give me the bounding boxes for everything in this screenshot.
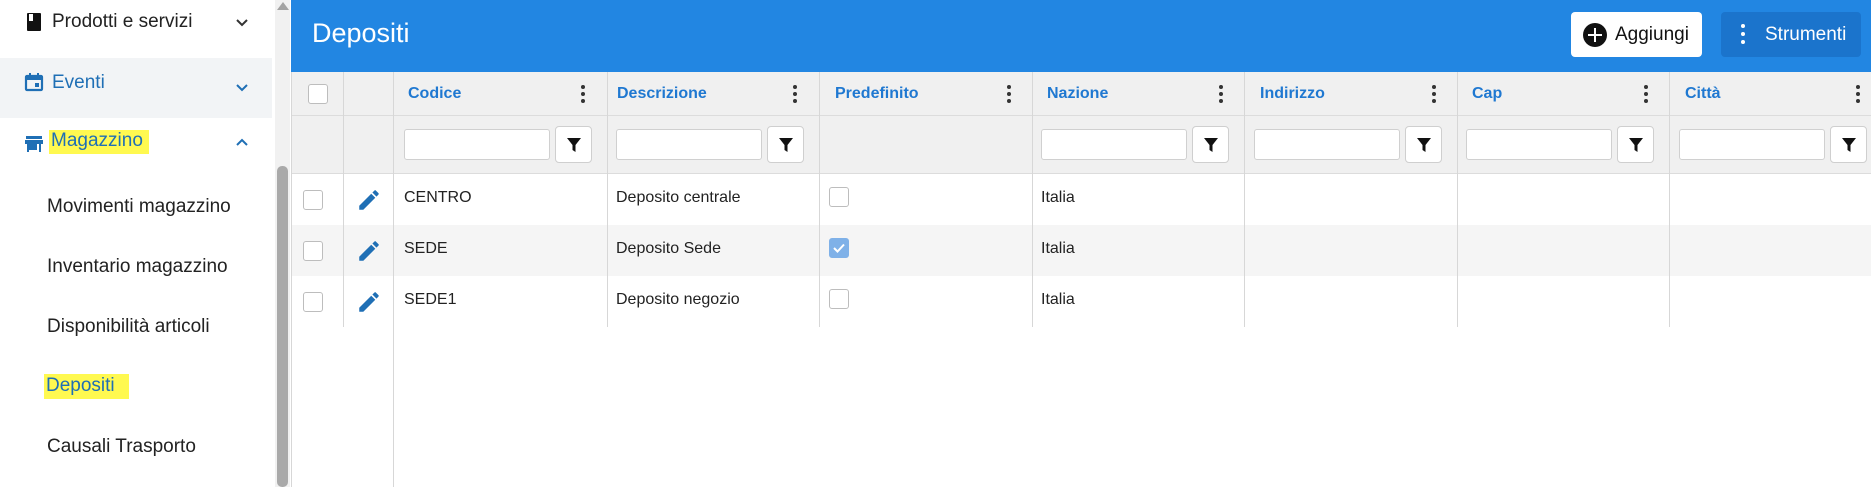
column-divider: [1032, 72, 1033, 327]
calendar-icon: [24, 73, 44, 92]
cell-predefinito-checkbox: [829, 238, 849, 258]
column-header-cap[interactable]: Cap: [1472, 85, 1502, 103]
pencil-icon[interactable]: [356, 238, 382, 264]
more-vert-icon: [1741, 24, 1745, 44]
filter-button[interactable]: [555, 126, 592, 163]
sidebar-item-eventi[interactable]: Eventi: [0, 58, 272, 118]
filter-icon: [1629, 138, 1643, 152]
cell-descrizione: Deposito Sede: [616, 240, 721, 257]
tools-button[interactable]: Strumenti: [1721, 12, 1861, 57]
cell-codice: SEDE: [404, 240, 448, 257]
filter-input-codice[interactable]: [404, 129, 550, 160]
store-icon: [25, 136, 43, 152]
column-menu-icon[interactable]: [793, 85, 797, 103]
column-divider: [607, 72, 608, 327]
sidebar-subitem-causali[interactable]: Causali Trasporto: [47, 436, 196, 458]
column-header-nazione[interactable]: Nazione: [1047, 85, 1108, 103]
pencil-icon[interactable]: [356, 289, 382, 315]
filter-icon: [1417, 138, 1431, 152]
cell-nazione: Italia: [1041, 189, 1075, 206]
sidebar-item-label: Magazzino: [49, 130, 149, 154]
sidebar-item-prodotti[interactable]: Prodotti e servizi: [0, 0, 272, 44]
cell-nazione: Italia: [1041, 240, 1075, 257]
sidebar-subitem-movimenti[interactable]: Movimenti magazzino: [47, 196, 231, 218]
row-checkbox[interactable]: [303, 241, 323, 261]
column-divider: [1457, 72, 1458, 327]
add-circle-icon: [1583, 23, 1607, 47]
cell-predefinito-checkbox: [829, 289, 849, 309]
filter-input-indirizzo[interactable]: [1254, 129, 1400, 160]
row-checkbox[interactable]: [303, 190, 323, 210]
chevron-down-icon[interactable]: [234, 80, 250, 96]
column-header-descrizione[interactable]: Descrizione: [617, 85, 707, 103]
filter-icon: [567, 138, 581, 152]
row-checkbox[interactable]: [303, 292, 323, 312]
filter-input-cap[interactable]: [1466, 129, 1612, 160]
book-icon: [27, 13, 41, 31]
grid-left-border: [291, 72, 292, 487]
scroll-up-arrow-icon[interactable]: [277, 2, 289, 10]
column-header-indirizzo[interactable]: Indirizzo: [1260, 85, 1325, 103]
grid-filter-row: [291, 116, 1871, 174]
column-divider: [1669, 72, 1670, 327]
data-grid: Codice Descrizione Predefinito Nazione I…: [291, 72, 1871, 487]
cell-descrizione: Deposito negozio: [616, 291, 740, 308]
add-button[interactable]: Aggiungi: [1571, 12, 1702, 57]
page-header: Depositi Aggiungi Strumenti: [291, 0, 1871, 72]
select-all-checkbox[interactable]: [308, 84, 328, 104]
filter-button[interactable]: [1192, 126, 1229, 163]
filter-input-nazione[interactable]: [1041, 129, 1187, 160]
cell-codice: CENTRO: [404, 189, 472, 206]
add-button-label: Aggiungi: [1615, 24, 1689, 45]
filter-input-descrizione[interactable]: [616, 129, 762, 160]
filter-button[interactable]: [767, 126, 804, 163]
filter-icon: [1842, 138, 1856, 152]
sidebar-item-label: Prodotti e servizi: [52, 11, 193, 32]
column-menu-icon[interactable]: [1644, 85, 1648, 103]
table-row[interactable]: SEDE1 Deposito negozio Italia: [291, 276, 1871, 327]
column-header-codice[interactable]: Codice: [408, 85, 461, 103]
column-header-predefinito[interactable]: Predefinito: [835, 85, 919, 103]
grid-header-row: Codice Descrizione Predefinito Nazione I…: [291, 72, 1871, 116]
column-menu-icon[interactable]: [581, 85, 585, 103]
sidebar-subitem-depositi[interactable]: Depositi: [44, 374, 129, 399]
column-menu-icon[interactable]: [1219, 85, 1223, 103]
pencil-icon[interactable]: [356, 187, 382, 213]
cell-descrizione: Deposito centrale: [616, 189, 741, 206]
table-row[interactable]: SEDE Deposito Sede Italia: [291, 225, 1871, 276]
column-divider: [819, 72, 820, 327]
column-divider: [393, 72, 394, 487]
filter-button[interactable]: [1617, 126, 1654, 163]
column-divider: [343, 72, 344, 327]
filter-button[interactable]: [1830, 126, 1867, 163]
filter-button[interactable]: [1405, 126, 1442, 163]
check-icon: [833, 243, 845, 253]
sidebar: Prodotti e servizi Eventi Magazzino Movi…: [0, 0, 275, 487]
main-content: Depositi Aggiungi Strumenti Codice Descr…: [291, 0, 1871, 487]
column-header-citta[interactable]: Città: [1685, 85, 1721, 103]
sidebar-item-label: Eventi: [52, 72, 105, 93]
sidebar-scroll-thumb[interactable]: [277, 166, 288, 487]
column-menu-icon[interactable]: [1007, 85, 1011, 103]
table-row[interactable]: CENTRO Deposito centrale Italia: [291, 174, 1871, 225]
column-menu-icon[interactable]: [1856, 85, 1860, 103]
sidebar-subitem-disponibilita[interactable]: Disponibilità articoli: [47, 316, 210, 338]
page-title: Depositi: [312, 18, 410, 48]
cell-nazione: Italia: [1041, 291, 1075, 308]
filter-input-citta[interactable]: [1679, 129, 1825, 160]
cell-predefinito-checkbox: [829, 187, 849, 207]
filter-icon: [1204, 138, 1218, 152]
tools-button-label: Strumenti: [1765, 24, 1847, 45]
cell-codice: SEDE1: [404, 291, 457, 308]
chevron-up-icon[interactable]: [234, 135, 250, 151]
sidebar-item-magazzino[interactable]: Magazzino: [0, 118, 272, 168]
column-divider: [1244, 72, 1245, 327]
column-menu-icon[interactable]: [1432, 85, 1436, 103]
sidebar-subitem-inventario[interactable]: Inventario magazzino: [47, 256, 228, 278]
filter-icon: [779, 138, 793, 152]
chevron-down-icon[interactable]: [234, 15, 250, 31]
